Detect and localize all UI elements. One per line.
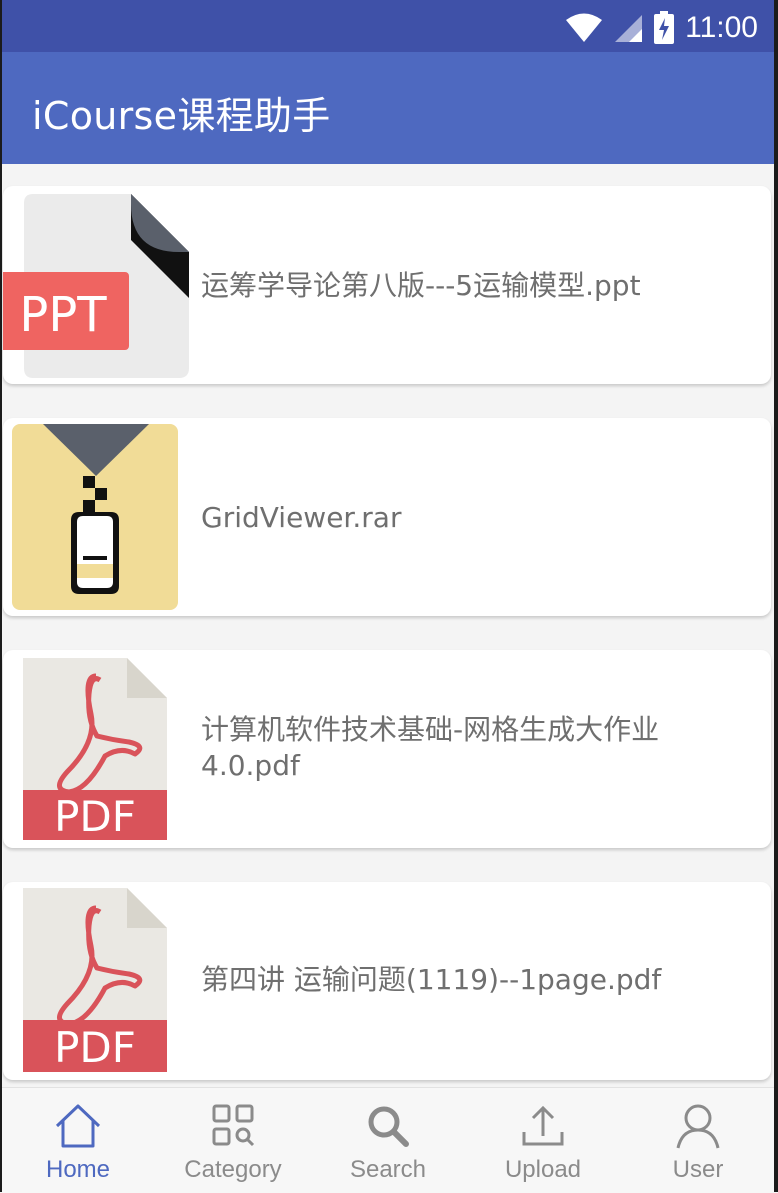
nav-user-label: User <box>672 1156 724 1183</box>
nav-category-label: Category <box>184 1156 282 1183</box>
ppt-badge-text: PPT <box>19 287 107 343</box>
nav-category[interactable]: Category <box>155 1088 311 1193</box>
nav-search[interactable]: Search <box>310 1088 466 1193</box>
app-bar: iCourse课程助手 <box>0 52 778 164</box>
bottom-navigation: Home Category Search Upload User <box>0 1087 778 1193</box>
status-bar: 11:00 <box>0 0 778 52</box>
nav-home[interactable]: Home <box>0 1088 156 1193</box>
file-card[interactable]: PPT 运筹学导论第八版---5运输模型.ppt <box>3 186 771 384</box>
nav-search-label: Search <box>349 1156 427 1183</box>
zip-archive-icon <box>12 424 178 610</box>
screen-edge-left <box>0 0 2 1192</box>
wifi-icon <box>566 13 603 42</box>
file-card[interactable]: PDF 第四讲 运输问题(1119)--1page.pdf <box>3 882 771 1080</box>
search-icon <box>368 1106 409 1147</box>
pdf-file-icon: PDF <box>23 658 167 841</box>
pdf-badge-text: PDF <box>54 1023 136 1072</box>
file-list: PPT 运筹学导论第八版---5运输模型.ppt GridViewer.rar … <box>0 164 778 1086</box>
file-card[interactable]: GridViewer.rar <box>3 418 771 616</box>
nav-upload-label: Upload <box>504 1156 582 1183</box>
status-time: 11:00 <box>685 11 758 44</box>
status-icons: 11:00 <box>565 8 758 48</box>
user-icon <box>676 1104 720 1149</box>
app-title: iCourse课程助手 <box>32 94 331 138</box>
category-icon <box>212 1104 255 1147</box>
home-icon <box>55 1104 101 1148</box>
nav-upload[interactable]: Upload <box>465 1088 621 1193</box>
pdf-badge-text: PDF <box>54 792 136 841</box>
screen-edge-right <box>774 0 778 1192</box>
ppt-file-icon: PPT <box>3 194 189 378</box>
file-name: 计算机软件技术基础-网格生成大作业4.0.pdf <box>201 713 660 782</box>
nav-user[interactable]: User <box>620 1088 776 1193</box>
pdf-file-icon: PDF <box>23 888 167 1072</box>
file-name: 运筹学导论第八版---5运输模型.ppt <box>201 269 641 302</box>
file-name: GridViewer.rar <box>201 501 402 534</box>
nav-home-label: Home <box>45 1156 111 1183</box>
battery-charging-icon <box>654 11 675 44</box>
upload-icon <box>522 1105 564 1146</box>
file-name: 第四讲 运输问题(1119)--1page.pdf <box>201 963 662 996</box>
file-card[interactable]: PDF 计算机软件技术基础-网格生成大作业4.0.pdf <box>3 650 771 848</box>
cell-signal-icon <box>615 15 643 42</box>
